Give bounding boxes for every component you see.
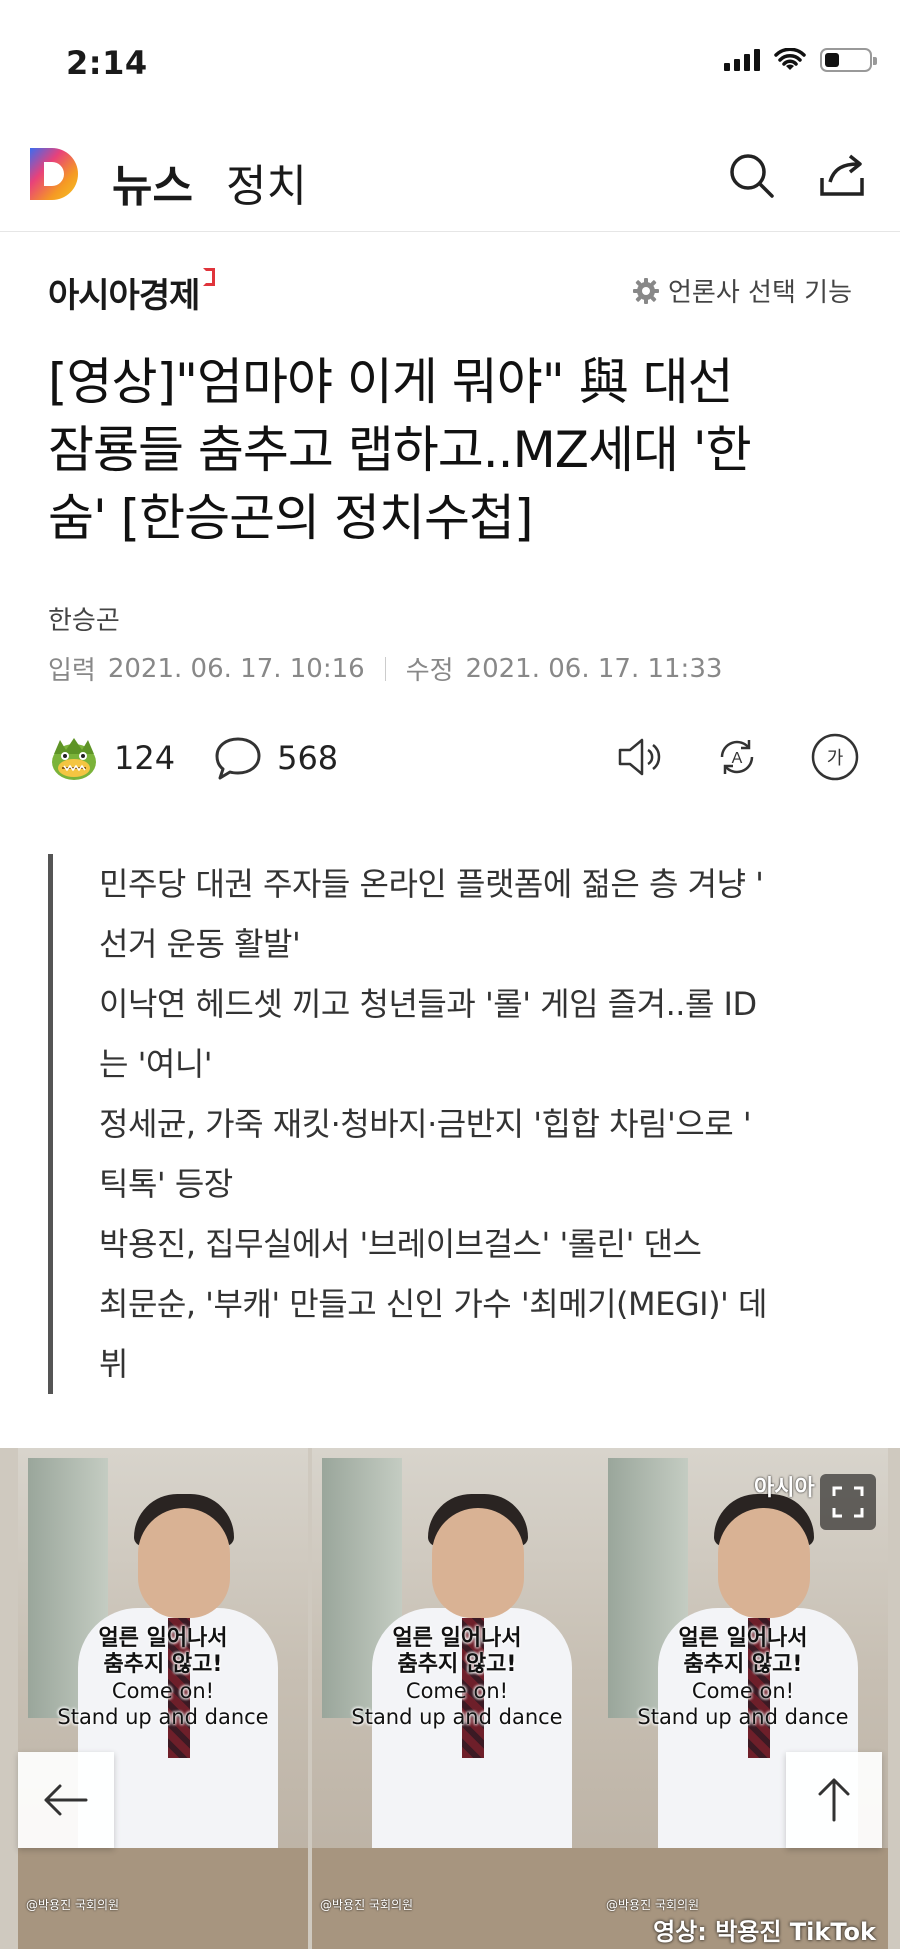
speaker-icon[interactable]	[614, 732, 664, 782]
wifi-icon	[774, 48, 806, 70]
daum-logo-icon[interactable]	[26, 144, 86, 204]
video-frame: 얼른 일어나서 춤추지 않고! Come on! Stand up and danc…	[18, 1448, 308, 1949]
section-title[interactable]: 정치	[226, 150, 307, 214]
author-name[interactable]: 한승곤	[48, 600, 120, 637]
article-dates: 입력 2021. 06. 17. 10:16 수정 2021. 06. 17. …	[48, 650, 722, 687]
reaction-emoji-icon[interactable]	[48, 732, 100, 784]
edit-label: 수정	[405, 656, 454, 686]
arrow-up-icon	[818, 1778, 850, 1822]
search-icon[interactable]	[724, 148, 780, 204]
headline-line: [영상]"엄마야 이게 뭐야" 與 대선	[48, 353, 734, 411]
video-frame-author: @박용진 국회의원	[606, 1898, 700, 1912]
video-watermark: 아시아	[754, 1476, 815, 1501]
article-summary: 민주당 대권 주자들 온라인 플랫폼에 젊은 층 겨냥 ' 선거 운동 활발' …	[48, 854, 860, 1394]
cellular-signal-icon	[724, 49, 760, 71]
status-icons	[724, 48, 877, 72]
video-credit: 영상: 박용진 TikTok	[653, 1918, 876, 1946]
summary-line: 선거 운동 활발'	[99, 925, 301, 963]
comment-count[interactable]: 568	[277, 739, 338, 777]
share-icon[interactable]	[814, 148, 870, 204]
headline-line: 잠룡들 춤추고 랩하고..MZ세대 '한	[48, 421, 752, 479]
status-time: 2:14	[66, 44, 148, 82]
input-date: 2021. 06. 17. 10:16	[107, 653, 365, 684]
press-select-label: 언론사 선택 기능	[668, 278, 852, 308]
video-player[interactable]: 얼른 일어나서 춤추지 않고! Come on! Stand up and danc…	[0, 1448, 900, 1949]
action-right: A 가	[614, 732, 860, 782]
input-label: 입력	[48, 656, 96, 686]
video-frame: 얼른 일어나서 춤추지 않고! Come on! Stand up and danc…	[312, 1448, 602, 1949]
reaction-count[interactable]: 124	[114, 739, 175, 777]
press-logo[interactable]: 아시아경제	[48, 268, 216, 317]
font-size-label: 가	[827, 748, 844, 769]
translate-icon[interactable]: A	[712, 732, 762, 782]
date-divider	[384, 656, 386, 681]
article-actions: 124 568 A 가	[48, 728, 860, 788]
press-name: 아시아경제	[48, 276, 200, 316]
font-size-icon[interactable]: 가	[810, 732, 860, 782]
gear-icon	[633, 277, 660, 304]
comment-icon[interactable]	[213, 735, 263, 781]
summary-line: 박용진, 집무실에서 '브레이브걸스' '롤린' 댄스	[99, 1225, 702, 1263]
status-bar: 2:14	[0, 0, 900, 120]
summary-line: 는 '여니'	[99, 1045, 213, 1083]
back-arrow-button[interactable]	[18, 1752, 114, 1848]
scroll-top-button[interactable]	[786, 1752, 882, 1848]
summary-line: 정세균, 가죽 재킷·청바지·금반지 '힙합 차림'으로 '	[99, 1105, 752, 1143]
app-name[interactable]: 뉴스	[112, 150, 193, 214]
press-select-button[interactable]: 언론사 선택 기능	[632, 272, 852, 309]
video-frame-author: @박용진 국회의원	[26, 1898, 120, 1912]
summary-line: 이낙연 헤드셋 끼고 청년들과 '롤' 게임 즐겨..롤 ID	[99, 985, 757, 1023]
svg-text:A: A	[732, 750, 743, 767]
video-caption: 얼른 일어나서 춤추지 않고! Come on! Stand up and danc…	[351, 1626, 563, 1729]
summary-line: 최문순, '부캐' 만들고 신인 가수 '최메기(MEGI)' 데	[99, 1285, 767, 1323]
article-headline: [영상]"엄마야 이게 뭐야" 與 대선 잠룡들 춤추고 랩하고..MZ세대 '…	[48, 348, 868, 552]
headline-line: 숨' [한승곤의 정치수첩]	[48, 489, 534, 547]
action-left: 124 568	[48, 732, 338, 784]
battery-icon	[820, 48, 877, 72]
video-caption: 얼른 일어나서 춤추지 않고! Come on! Stand up and danc…	[637, 1626, 849, 1729]
app-header: 뉴스 정치	[0, 120, 900, 232]
video-frame-author: @박용진 국회의원	[320, 1898, 414, 1912]
summary-line: 뷔	[99, 1345, 128, 1383]
summary-line: 틱톡' 등장	[99, 1165, 233, 1203]
video-caption: 얼른 일어나서 춤추지 않고! Come on! Stand up and danc…	[57, 1626, 269, 1729]
edit-date: 2021. 06. 17. 11:33	[465, 653, 723, 684]
press-mark-icon	[203, 268, 216, 286]
fullscreen-icon[interactable]	[820, 1474, 876, 1530]
arrow-left-icon	[44, 1784, 88, 1816]
summary-line: 민주당 대권 주자들 온라인 플랫폼에 젊은 층 겨냥 '	[99, 865, 764, 903]
